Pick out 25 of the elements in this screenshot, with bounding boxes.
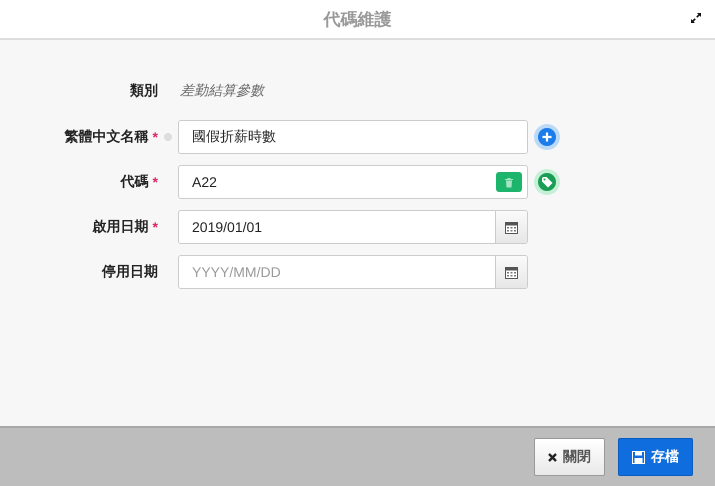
field-label: 停用日期 bbox=[102, 263, 158, 281]
field-label: 類別 bbox=[130, 82, 158, 100]
field-label: 代碼 bbox=[120, 173, 149, 191]
required-mark: * bbox=[152, 174, 158, 190]
input-field[interactable]: A22 bbox=[178, 165, 528, 199]
field-label: 啟用日期 bbox=[92, 218, 149, 236]
calendar-icon bbox=[505, 220, 518, 234]
expand-icon[interactable] bbox=[690, 12, 702, 24]
add-icon[interactable] bbox=[534, 124, 560, 150]
close-button[interactable]: 關閉 bbox=[534, 438, 605, 476]
save-button[interactable]: 存檔 bbox=[618, 438, 693, 476]
required-mark: * bbox=[152, 129, 158, 145]
close-icon bbox=[548, 452, 557, 462]
input-field[interactable]: 國假折薪時數 bbox=[178, 120, 528, 154]
calendar-icon bbox=[505, 266, 518, 278]
tag-icon[interactable] bbox=[534, 169, 560, 195]
input-field[interactable]: 2019/01/01 bbox=[178, 210, 528, 244]
category-value: 差勤結算參數 bbox=[180, 82, 264, 100]
calendar-button[interactable] bbox=[495, 211, 527, 243]
input-field[interactable]: YYYY/MM/DD bbox=[178, 255, 528, 289]
calendar-button[interactable] bbox=[495, 256, 527, 288]
trash-icon bbox=[504, 176, 514, 188]
window-title: 代碼維護 bbox=[324, 8, 392, 30]
required-mark: * bbox=[152, 219, 158, 235]
field-label: 繁體中文名稱 bbox=[64, 128, 149, 146]
